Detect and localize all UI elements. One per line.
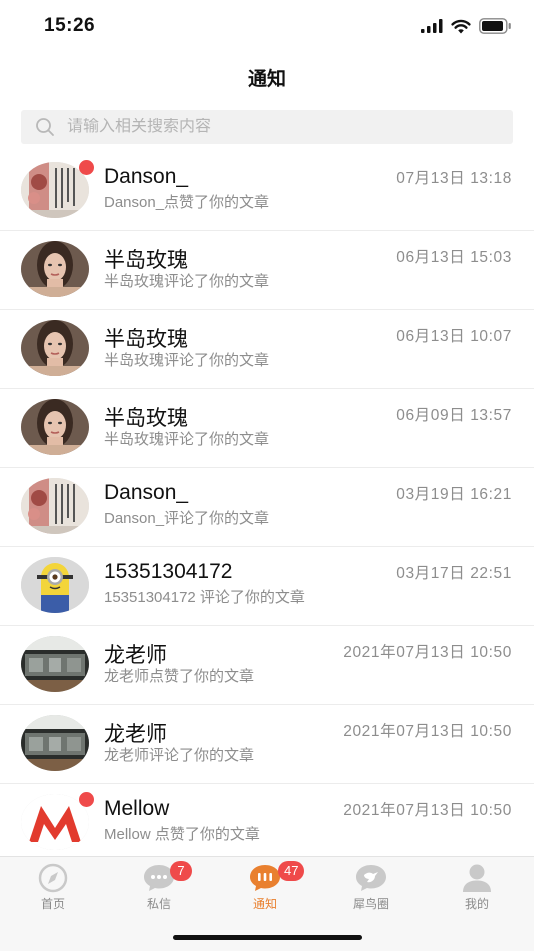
messages-badge: 7	[170, 861, 192, 881]
notification-row[interactable]: Mellow Mellow 点赞了你的文章 2021年07月13日 10:50	[0, 784, 534, 863]
compass-icon	[38, 863, 68, 893]
avatar[interactable]	[21, 636, 89, 692]
notification-text: Danson_评论了你的文章	[104, 510, 270, 527]
notification-text: 龙老师点赞了你的文章	[104, 668, 255, 685]
tab-label: 犀鸟圈	[352, 897, 389, 911]
notification-time: 06月13日 15:03	[396, 249, 512, 266]
tab-label: 首页	[40, 897, 65, 911]
avatar[interactable]	[21, 399, 89, 455]
avatar[interactable]	[21, 478, 89, 534]
unread-dot	[79, 792, 94, 807]
notification-time: 07月13日 13:18	[396, 170, 512, 187]
status-bar: 15:26	[0, 0, 534, 54]
unread-dot	[79, 160, 94, 175]
notification-text: 15351304172 评论了你的文章	[104, 589, 305, 606]
notification-text: 半岛玫瑰评论了你的文章	[104, 431, 270, 448]
notification-time: 2021年07月13日 10:50	[343, 723, 512, 740]
notification-row[interactable]: Danson_ Danson_评论了你的文章 03月19日 16:21	[0, 468, 534, 547]
sender-name: Danson_	[104, 165, 189, 188]
notification-row[interactable]: Danson_ Danson_点赞了你的文章 07月13日 13:18	[0, 152, 534, 231]
tab-label: 私信	[146, 897, 171, 911]
notification-text: 半岛玫瑰评论了你的文章	[104, 273, 270, 290]
tab-circle[interactable]: 犀鸟圈	[318, 857, 424, 917]
avatar[interactable]	[21, 557, 89, 613]
notification-text: 龙老师评论了你的文章	[104, 747, 255, 764]
signal-icon	[421, 19, 443, 33]
sender-name: Danson_	[104, 481, 189, 504]
avatar[interactable]	[21, 715, 89, 771]
search-input[interactable]	[67, 118, 467, 136]
notification-time: 2021年07月13日 10:50	[343, 802, 512, 819]
notification-time: 06月13日 10:07	[396, 328, 512, 345]
notification-time: 03月19日 16:21	[396, 486, 512, 503]
tab-label: 我的	[464, 897, 489, 911]
notification-text: Danson_点赞了你的文章	[104, 194, 270, 211]
notification-time: 03月17日 22:51	[396, 565, 512, 582]
search-bar[interactable]	[21, 110, 513, 144]
notification-list: Danson_ Danson_点赞了你的文章 07月13日 13:18 半岛玫瑰 半岛玫…	[0, 152, 534, 863]
notification-row[interactable]: 半岛玫瑰 半岛玫瑰评论了你的文章 06月13日 15:03	[0, 231, 534, 310]
tab-home[interactable]: 首页	[0, 857, 106, 917]
tab-label: 通知	[252, 897, 277, 911]
notification-text: Mellow 点赞了你的文章	[104, 826, 260, 843]
notification-row[interactable]: 15351304172 15351304172 评论了你的文章 03月17日 22:…	[0, 547, 534, 626]
profile-icon	[463, 864, 491, 892]
bird-icon	[356, 865, 386, 891]
avatar[interactable]	[21, 241, 89, 297]
notification-text: 半岛玫瑰评论了你的文章	[104, 352, 270, 369]
status-icons	[421, 18, 512, 34]
notification-time: 06月09日 13:57	[396, 407, 512, 424]
notification-row[interactable]: 半岛玫瑰 半岛玫瑰评论了你的文章 06月13日 10:07	[0, 310, 534, 389]
notification-chat-icon	[250, 865, 280, 891]
page-title: 通知	[247, 69, 286, 90]
notification-row[interactable]: 龙老师 龙老师评论了你的文章 2021年07月13日 10:50	[0, 705, 534, 784]
sender-name: 15351304172	[104, 560, 233, 583]
sender-name: Mellow	[104, 797, 170, 820]
avatar[interactable]	[21, 320, 89, 376]
tab-notifications[interactable]: 47 通知	[212, 857, 318, 917]
tab-messages[interactable]: 7 私信	[106, 857, 212, 917]
notification-row[interactable]: 龙老师 龙老师点赞了你的文章 2021年07月13日 10:50	[0, 626, 534, 705]
wifi-icon	[451, 19, 471, 33]
notification-row[interactable]: 半岛玫瑰 半岛玫瑰评论了你的文章 06月09日 13:57	[0, 389, 534, 468]
search-icon	[36, 118, 54, 136]
tab-profile[interactable]: 我的	[424, 857, 530, 917]
battery-icon	[479, 18, 511, 34]
home-indicator	[173, 935, 362, 940]
status-time: 15:26	[44, 15, 96, 36]
notification-time: 2021年07月13日 10:50	[343, 644, 512, 661]
notifications-badge: 47	[278, 861, 305, 881]
